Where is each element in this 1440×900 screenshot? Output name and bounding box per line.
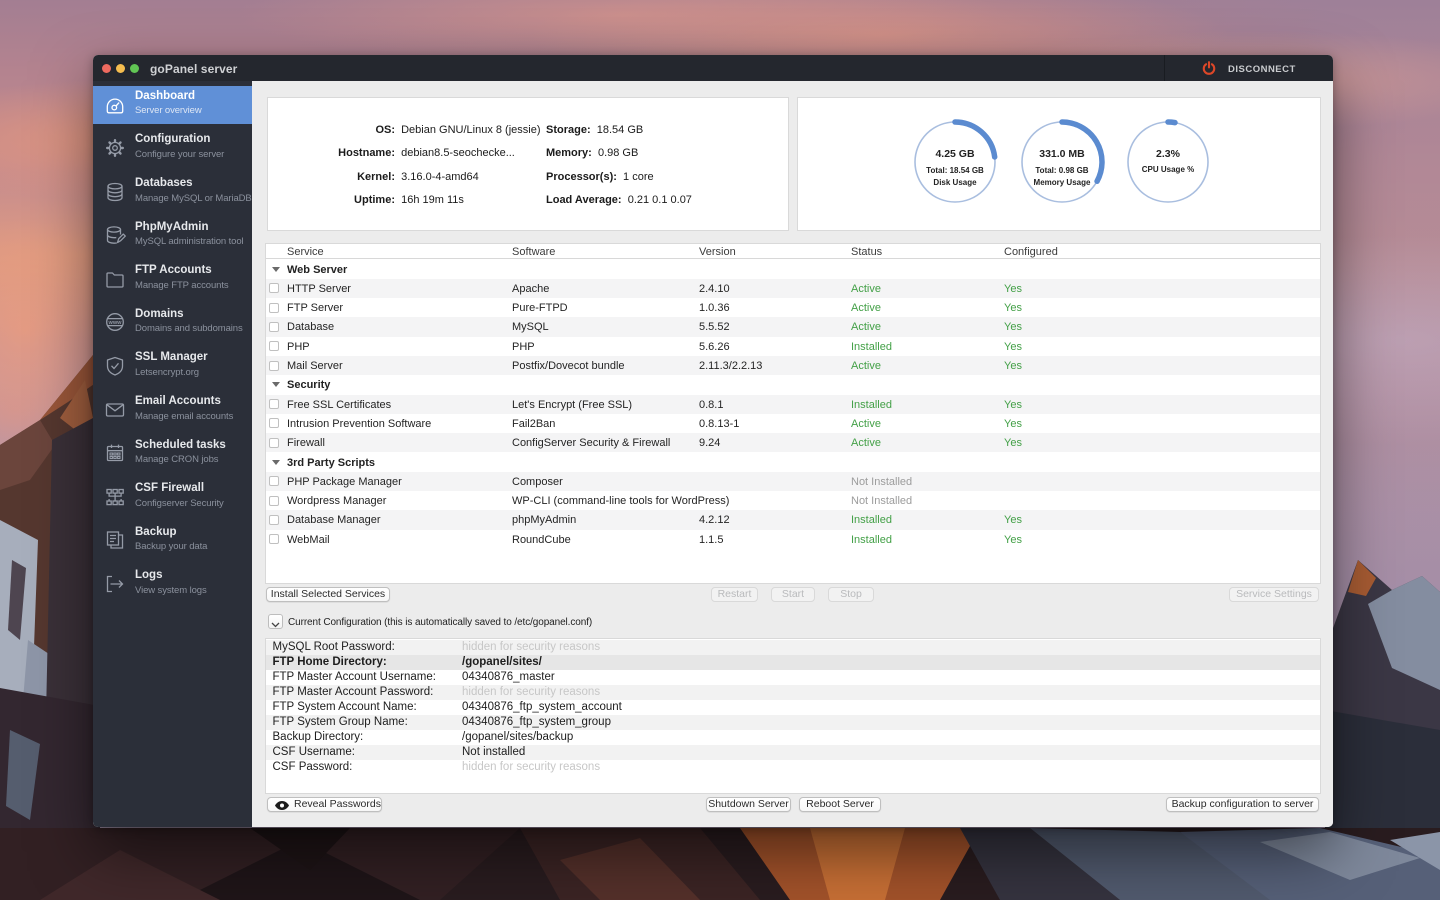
svg-text:WWW: WWW xyxy=(108,320,122,325)
